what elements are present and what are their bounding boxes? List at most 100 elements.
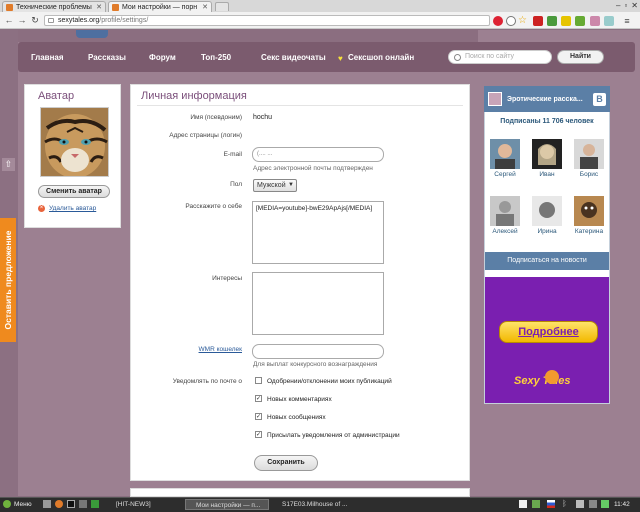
window-controls: – ▫ ✕ bbox=[616, 1, 638, 10]
maximize-icon[interactable]: ▫ bbox=[624, 1, 627, 10]
promo-more-button[interactable]: Подробнее bbox=[499, 321, 598, 343]
close-tab-icon[interactable]: ✕ bbox=[202, 3, 208, 11]
search-input[interactable]: Поиск по сайту bbox=[448, 50, 552, 64]
about-textarea[interactable]: [MEDIA=youtube]-bwE29ApAjs[/MEDIA] bbox=[252, 201, 384, 264]
member-name[interactable]: Катерина bbox=[569, 228, 609, 235]
wmr-wallet-link[interactable]: WMR кошелек bbox=[199, 346, 242, 353]
save-button[interactable]: Сохранить bbox=[254, 455, 318, 471]
menu-icon[interactable]: ≡ bbox=[622, 16, 632, 26]
member-name[interactable]: Иван bbox=[527, 171, 567, 178]
browser-tab-active[interactable]: Мои настройки — порн ✕ bbox=[108, 1, 212, 12]
notify-admin-checkbox[interactable]: ✓ bbox=[255, 431, 262, 438]
email-label: E-mail bbox=[223, 151, 242, 158]
member-photo[interactable] bbox=[490, 196, 520, 226]
member-photo[interactable] bbox=[574, 196, 604, 226]
taskbar-item-active[interactable]: Мои настройки — п... bbox=[185, 499, 269, 510]
tray-icon[interactable] bbox=[519, 500, 527, 508]
browser-launcher-icon[interactable] bbox=[55, 500, 63, 508]
vk-logo-icon[interactable]: В bbox=[593, 93, 606, 106]
member-photo[interactable] bbox=[532, 139, 562, 169]
bookmark-star-icon[interactable]: ☆ bbox=[518, 16, 528, 26]
member-name[interactable]: Ирина bbox=[527, 228, 567, 235]
minimize-icon[interactable]: – bbox=[616, 1, 620, 10]
vk-group-avatar[interactable] bbox=[488, 92, 502, 106]
notify-comments-checkbox[interactable]: ✓ bbox=[255, 395, 262, 402]
member-photo[interactable] bbox=[490, 139, 520, 169]
site-logo[interactable] bbox=[76, 30, 108, 38]
interests-textarea[interactable] bbox=[252, 272, 384, 335]
extension-icon[interactable] bbox=[493, 16, 503, 26]
email-hint: Адрес электронной почты подтвержден bbox=[253, 165, 373, 172]
gender-select-value: Мужской bbox=[257, 182, 286, 189]
email-field[interactable]: (.... ... bbox=[252, 147, 384, 162]
gender-select[interactable]: Мужской ▼ bbox=[253, 179, 297, 192]
feedback-tab-label[interactable]: Оставить предложение bbox=[1, 218, 15, 342]
notify-messages-checkbox[interactable]: ✓ bbox=[255, 413, 262, 420]
member-name[interactable]: Алексей bbox=[485, 228, 525, 235]
delete-avatar-link[interactable]: Удалить аватар bbox=[49, 205, 96, 212]
volume-icon[interactable] bbox=[589, 500, 597, 508]
nav-forum[interactable]: Форум bbox=[149, 53, 176, 62]
promo-brand: Sexy Tales bbox=[514, 375, 571, 387]
tray-icon[interactable] bbox=[532, 500, 540, 508]
address-bar[interactable]: sexytales.org/profile/settings/ bbox=[44, 15, 490, 26]
gender-label: Пол bbox=[230, 181, 242, 188]
taskbar-item[interactable]: [HIT-NEW3] bbox=[106, 499, 182, 510]
promo-mascot-icon bbox=[545, 370, 559, 384]
show-desktop-icon[interactable] bbox=[43, 500, 51, 508]
menu-logo-icon[interactable] bbox=[3, 500, 11, 508]
bluetooth-icon[interactable]: ᛒ bbox=[562, 500, 570, 508]
tab-title: Мои настройки — порн bbox=[122, 3, 198, 11]
back-icon[interactable]: ← bbox=[3, 14, 15, 26]
member-name[interactable]: Борис bbox=[569, 171, 609, 178]
start-menu[interactable]: Меню bbox=[14, 499, 32, 510]
battery-icon[interactable] bbox=[601, 500, 609, 508]
search-icon bbox=[454, 54, 461, 61]
member-name[interactable]: Сергей bbox=[485, 171, 525, 178]
nav-top250[interactable]: Топ-250 bbox=[201, 53, 231, 62]
vk-group-name[interactable]: Эротические расска... bbox=[507, 96, 583, 103]
terminal-launcher-icon[interactable] bbox=[67, 500, 75, 508]
avatar-panel-title: Аватар bbox=[38, 90, 75, 102]
search-button[interactable]: Найти bbox=[557, 50, 604, 64]
notify-publications-checkbox[interactable] bbox=[255, 377, 262, 384]
zoom-icon[interactable] bbox=[506, 16, 516, 26]
nav-videochats[interactable]: Секс видеочаты bbox=[261, 53, 326, 62]
browser-tab[interactable]: Технические проблемы ✕ bbox=[2, 1, 106, 12]
change-avatar-button[interactable]: Сменить аватар bbox=[38, 185, 110, 198]
notify-comments-label: Новых комментариях bbox=[267, 396, 332, 403]
nav-sexshop[interactable]: Сексшоп онлайн bbox=[348, 53, 414, 62]
username-label: Имя (псевдоним) bbox=[190, 114, 242, 121]
chevron-down-icon: ▼ bbox=[288, 182, 294, 188]
new-tab-button[interactable] bbox=[215, 2, 229, 11]
vk-subscribe-button[interactable]: Подписаться на новости bbox=[485, 252, 609, 270]
extension-icon[interactable] bbox=[604, 16, 614, 26]
close-window-icon[interactable]: ✕ bbox=[631, 1, 638, 10]
extension-icon[interactable] bbox=[561, 16, 571, 26]
taskbar-item[interactable]: S17E03.Milhouse of ... bbox=[272, 499, 356, 510]
keyboard-layout-icon[interactable] bbox=[547, 500, 555, 508]
files-launcher-icon[interactable] bbox=[79, 500, 87, 508]
extension-icon[interactable] bbox=[533, 16, 543, 26]
member-photo[interactable] bbox=[532, 196, 562, 226]
extension-icon[interactable] bbox=[590, 16, 600, 26]
personal-info-title: Личная информация bbox=[141, 90, 247, 102]
member-photo[interactable] bbox=[574, 139, 604, 169]
search-placeholder: Поиск по сайту bbox=[465, 53, 515, 60]
extension-icon[interactable] bbox=[575, 16, 585, 26]
lock-icon bbox=[48, 18, 54, 23]
nav-stories[interactable]: Рассказы bbox=[88, 53, 126, 62]
scroll-up-icon[interactable]: ⇧ bbox=[2, 158, 15, 171]
delete-icon: × bbox=[38, 205, 45, 212]
app-launcher-icon[interactable] bbox=[91, 500, 99, 508]
nav-home[interactable]: Главная bbox=[31, 53, 64, 62]
wmr-wallet-field[interactable] bbox=[252, 344, 384, 359]
avatar bbox=[40, 107, 109, 177]
url-host: sexytales.org bbox=[58, 17, 100, 24]
forward-icon[interactable]: → bbox=[16, 14, 28, 26]
reload-icon[interactable]: ↻ bbox=[29, 14, 41, 26]
tiger-avatar-image bbox=[41, 108, 108, 176]
close-tab-icon[interactable]: ✕ bbox=[96, 3, 102, 11]
extension-icon[interactable] bbox=[547, 16, 557, 26]
network-icon[interactable] bbox=[576, 500, 584, 508]
